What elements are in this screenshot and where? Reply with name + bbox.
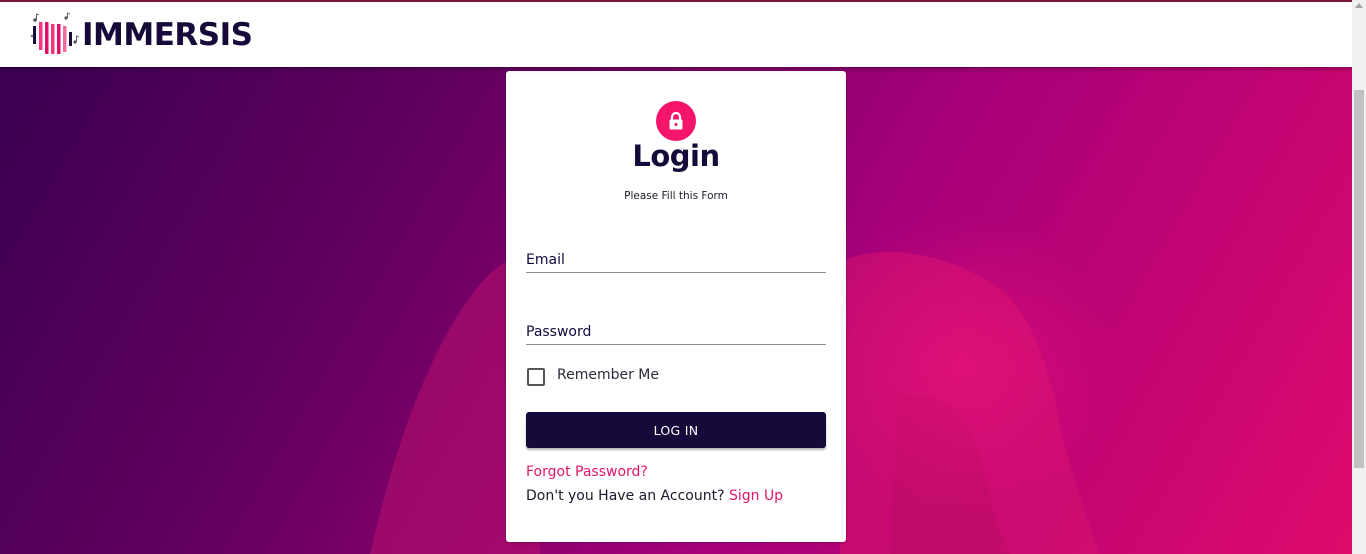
password-field[interactable]	[526, 311, 826, 344]
vertical-scrollbar[interactable]	[1352, 0, 1366, 554]
brand-logo[interactable]: IMMERSIS	[30, 10, 253, 60]
forgot-password-link[interactable]: Forgot Password?	[526, 464, 648, 480]
lock-icon	[656, 101, 696, 141]
email-field[interactable]	[526, 239, 826, 272]
remember-me-option[interactable]: Remember Me	[526, 363, 659, 387]
login-button[interactable]: LOG IN	[526, 412, 826, 448]
site-header: IMMERSIS	[0, 2, 1352, 67]
scrollbar-thumb[interactable]	[1354, 90, 1364, 468]
page-title: Login	[632, 139, 720, 173]
music-bars-logo-icon	[30, 12, 80, 54]
remember-me-checkbox[interactable]	[527, 368, 545, 386]
login-card: Login Please Fill this Form Remember Me …	[506, 71, 846, 542]
password-field-wrapper	[526, 311, 826, 345]
form-subtitle: Please Fill this Form	[624, 190, 728, 202]
brand-name: IMMERSIS	[82, 16, 253, 53]
email-field-wrapper	[526, 239, 826, 273]
signup-prompt-text: Don't you Have an Account?	[526, 488, 725, 504]
remember-me-label: Remember Me	[557, 367, 659, 383]
sign-up-link[interactable]: Sign Up	[729, 488, 783, 504]
scroll-up-arrow-icon[interactable]	[1355, 3, 1363, 8]
signup-prompt-line: Don't you Have an Account? Sign Up	[526, 488, 783, 504]
